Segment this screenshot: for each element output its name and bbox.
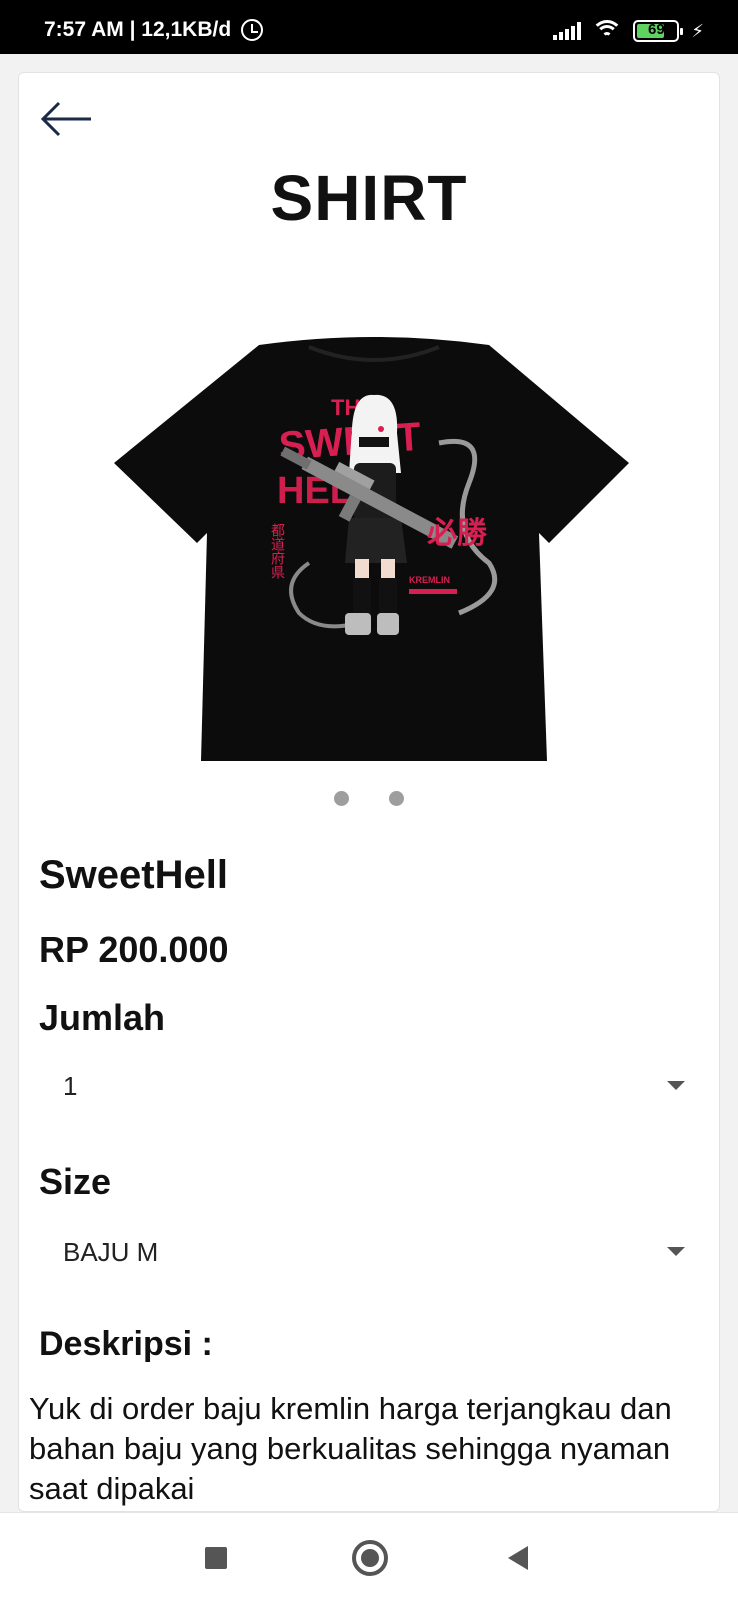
system-nav-bar: [0, 1512, 738, 1600]
product-card: SHIRT THE SWEET HELL 都道府県 必勝 KREMLIN Swe…: [18, 72, 720, 1512]
carousel-dots: [19, 791, 719, 806]
status-right: 69 ⚡: [553, 20, 704, 42]
size-label: Size: [39, 1161, 112, 1202]
print-kanji-left: 都道府県: [269, 523, 285, 579]
description-text: Yuk di order baju kremlin harga terjangk…: [29, 1391, 672, 1506]
signal-icon: [553, 22, 582, 40]
status-time-speed: 7:57 AM | 12,1KB/d: [44, 18, 232, 41]
quantity-label: Jumlah: [39, 997, 166, 1038]
product-image: THE SWEET HELL 都道府県 必勝 KREMLIN: [114, 337, 629, 761]
battery-icon: 69: [633, 20, 684, 42]
quantity-value: 1: [63, 1071, 78, 1101]
size-value: BAJU M: [63, 1237, 159, 1267]
print-brand: KREMLIN: [409, 575, 450, 585]
carousel-dot[interactable]: [389, 791, 404, 806]
description-label: Deskripsi :: [39, 1325, 213, 1363]
page-title: SHIRT: [270, 162, 468, 234]
caret-down-icon: [667, 1081, 685, 1090]
product-image-carousel[interactable]: THE SWEET HELL 都道府県 必勝 KREMLIN: [109, 333, 639, 773]
wifi-icon: [593, 20, 622, 42]
home-circle-icon[interactable]: [352, 1540, 388, 1576]
quantity-dropdown[interactable]: 1: [39, 1057, 699, 1117]
charging-bolt-icon: ⚡: [691, 20, 704, 41]
carousel-dot[interactable]: [334, 791, 349, 806]
caret-down-icon: [667, 1247, 685, 1256]
arrow-left-icon: [40, 101, 91, 137]
recents-square-icon[interactable]: [205, 1547, 227, 1569]
size-dropdown[interactable]: BAJU M: [39, 1223, 699, 1283]
product-name: SweetHell: [39, 853, 228, 897]
battery-level: 69: [648, 21, 665, 38]
status-bar: 7:57 AM | 12,1KB/d 69 ⚡: [0, 0, 738, 54]
product-price: RP 200.000: [39, 929, 229, 970]
print-kanji-right: 必勝: [427, 516, 488, 551]
back-button[interactable]: [39, 99, 95, 139]
back-triangle-icon[interactable]: [508, 1546, 528, 1570]
alarm-icon: [241, 19, 264, 41]
status-left: 7:57 AM | 12,1KB/d: [44, 18, 264, 42]
